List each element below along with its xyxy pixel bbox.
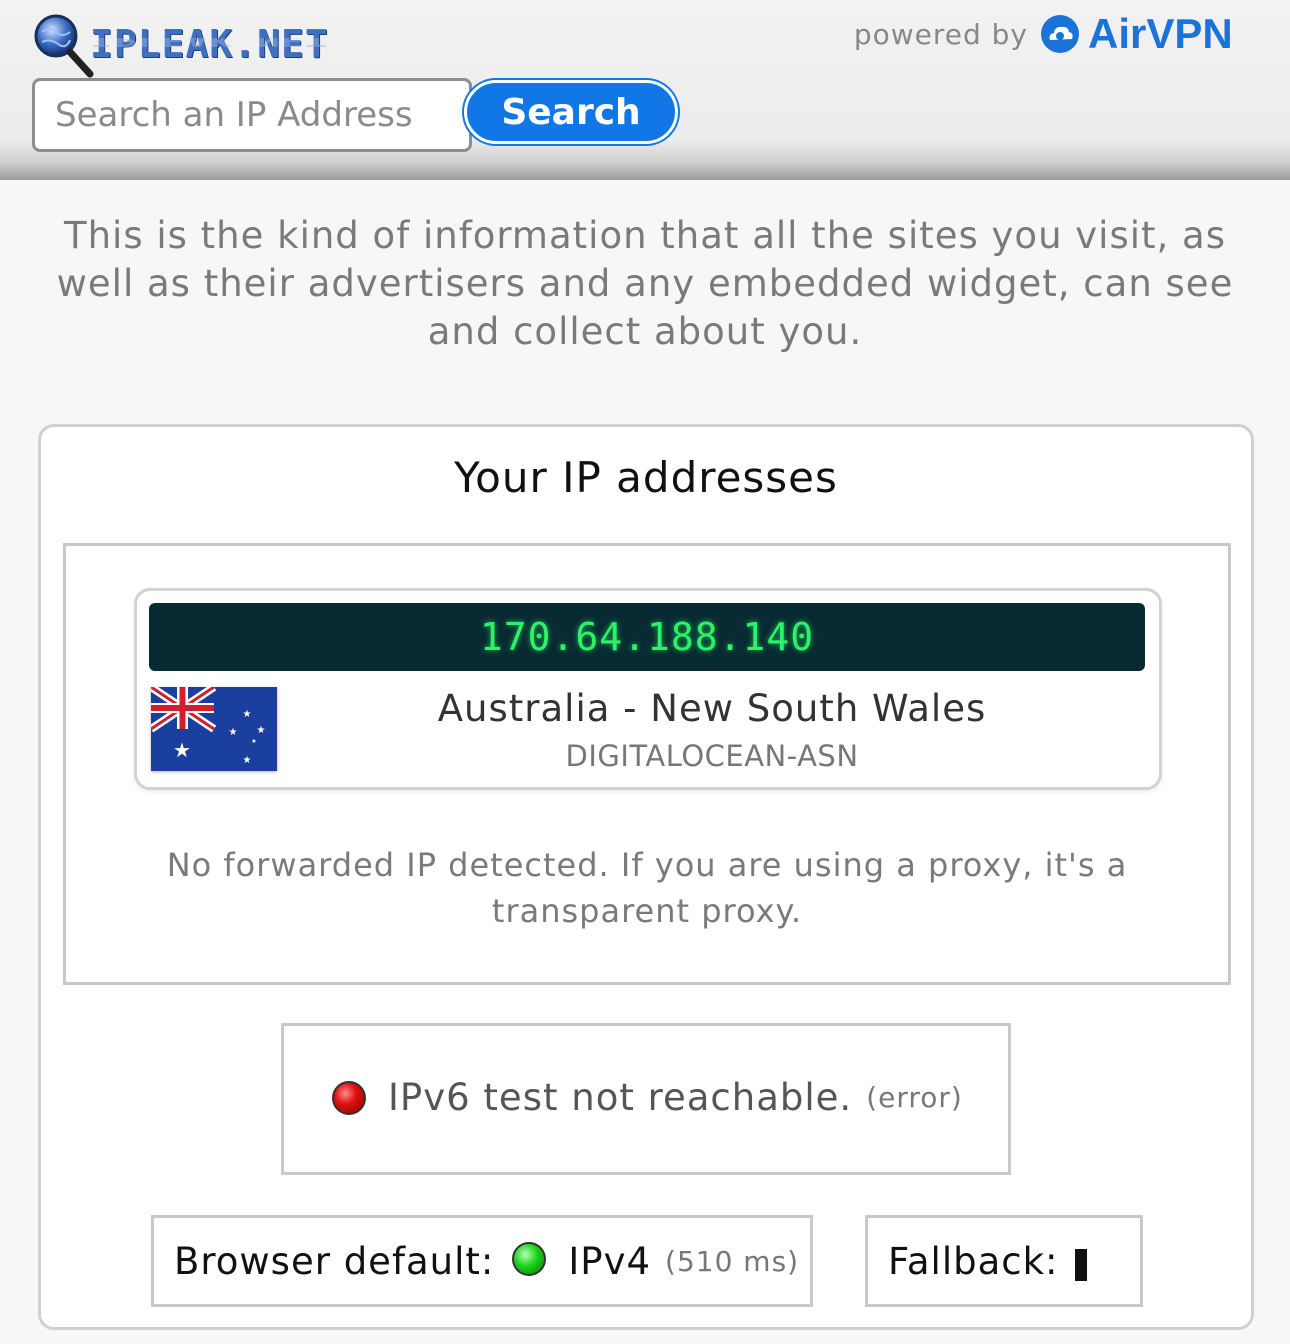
browser-default-label: Browser default: <box>174 1240 495 1283</box>
fallback-value-placeholder <box>1074 1248 1087 1281</box>
ip-asn: DIGITALOCEAN-ASN <box>565 739 859 773</box>
site-header: IPLEAK.NET IPLEAK.NET powered by AirVPN … <box>0 0 1290 180</box>
ipv6-error-note: (error) <box>866 1081 963 1114</box>
browser-default-latency: (510 ms) <box>665 1245 800 1278</box>
svg-text:★: ★ <box>257 725 266 736</box>
svg-text:★: ★ <box>173 738 191 762</box>
ipv6-status-text: IPv6 test not reachable. <box>388 1076 853 1119</box>
svg-text:★: ★ <box>251 738 256 745</box>
search-button[interactable]: Search <box>464 80 678 144</box>
ip-location: Australia - New South Wales <box>437 687 987 730</box>
fallback-label: Fallback: <box>888 1240 1059 1283</box>
ip-address-display[interactable]: 170.64.188.140 <box>149 603 1145 671</box>
australia-flag-icon: ★ ★ ★ ★ ★ ★ <box>151 687 277 771</box>
ip-result-card: 170.64.188.140 ★ ★ ★ ★ ★ ★ Australia - N… <box>134 588 1162 790</box>
svg-text:★: ★ <box>243 709 252 720</box>
fallback-box: Fallback: <box>865 1215 1143 1307</box>
ip-search-input[interactable] <box>32 78 472 152</box>
intro-text: This is the kind of information that all… <box>56 214 1234 353</box>
ipleak-logo[interactable]: IPLEAK.NET IPLEAK.NET <box>32 12 362 80</box>
powered-by-label: powered by <box>853 18 1028 51</box>
forwarded-ip-note: No forwarded IP detected. If you are usi… <box>166 846 1128 930</box>
magnifier-globe-icon <box>34 14 94 78</box>
card-title: Your IP addresses <box>454 453 838 502</box>
airvpn-link[interactable]: AirVPN <box>1040 10 1233 58</box>
svg-text:★: ★ <box>229 727 238 738</box>
ip-addresses-card: Your IP addresses 170.64.188.140 ★ ★ ★ ★… <box>38 424 1254 1330</box>
ip-section: 170.64.188.140 ★ ★ ★ ★ ★ ★ Australia - N… <box>63 543 1231 985</box>
ipv6-test-box: IPv6 test not reachable. (error) <box>281 1023 1011 1175</box>
status-green-icon <box>512 1241 547 1276</box>
airvpn-cloud-icon <box>1041 15 1079 53</box>
browser-default-protocol: IPv4 <box>568 1240 652 1283</box>
browser-default-box: Browser default: IPv4 (510 ms) <box>151 1215 813 1307</box>
airvpn-brand: AirVPN <box>1088 10 1233 57</box>
svg-text:★: ★ <box>243 755 252 766</box>
status-red-icon <box>332 1080 366 1115</box>
